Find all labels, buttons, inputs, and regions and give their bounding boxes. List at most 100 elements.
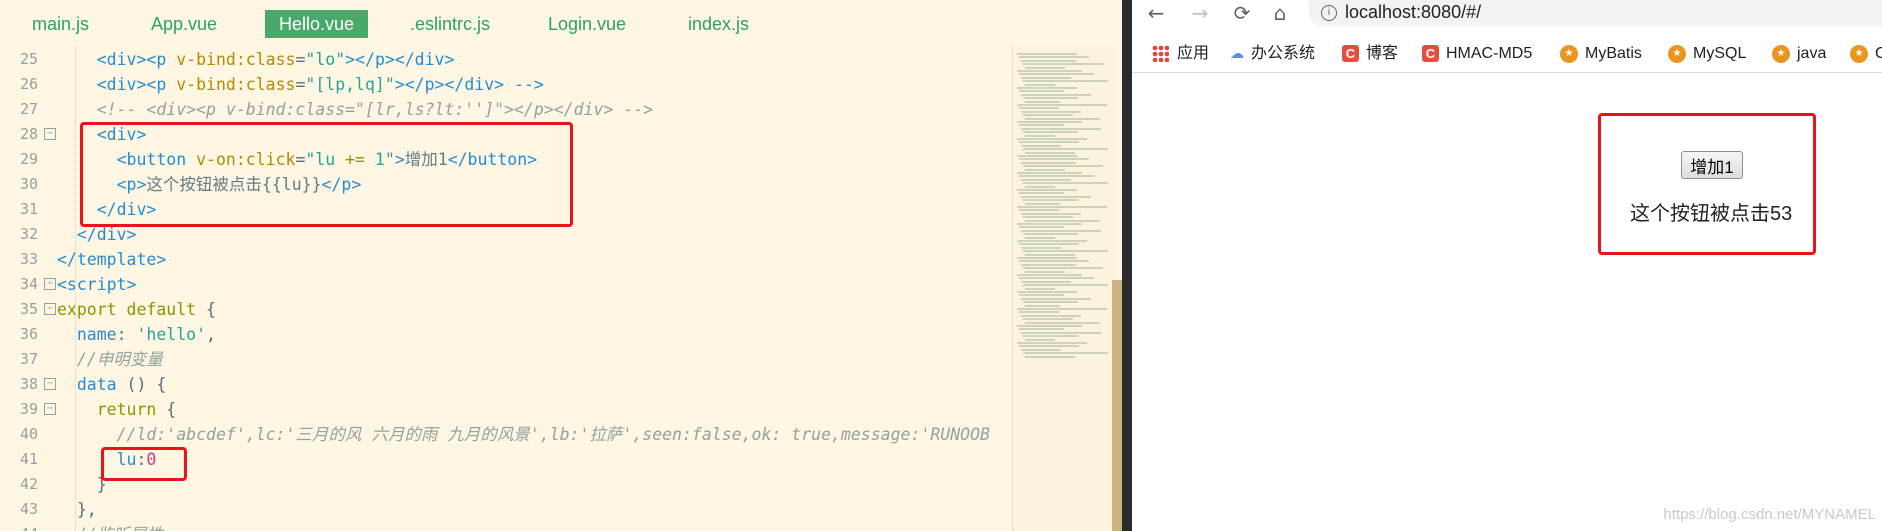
minimap[interactable] bbox=[1012, 47, 1113, 531]
code-text: <!-- <div><p v-bind:class="[lr,ls?lt:'']… bbox=[96, 100, 654, 119]
minimap-line bbox=[1023, 114, 1073, 117]
bookmark-apps[interactable]: 应用 bbox=[1152, 43, 1209, 65]
code-text: //ld:'abcdef',lc:'三月的风 六月的雨 九月的风景',lb:'拉… bbox=[116, 425, 990, 444]
browser-window: ← → ⟳ ⌂ i localhost:8080/#/ 应用 ☁ 办公系统 C 博客… bbox=[1132, 0, 1882, 531]
code-editor: main.js App.vue Hello.vue .eslintrc.js L… bbox=[0, 0, 1122, 531]
page-content: 增加1 这个按钮被点击53 https://blog.csdn.net/MYNA… bbox=[1132, 73, 1882, 531]
fold-toggle-icon[interactable]: − bbox=[44, 278, 56, 290]
forward-arrow-icon[interactable]: → bbox=[1186, 0, 1214, 26]
line-number: 42 bbox=[19, 475, 38, 493]
minimap-line bbox=[1023, 131, 1078, 134]
minimap-line bbox=[1017, 274, 1082, 276]
line-number: 34 bbox=[19, 275, 38, 293]
code-line[interactable]: 36 name: 'hello', bbox=[0, 322, 1012, 347]
minimap-line bbox=[1023, 284, 1108, 287]
bookmark-hmac-md5[interactable]: C HMAC-MD5 bbox=[1422, 43, 1532, 65]
info-icon[interactable]: i bbox=[1321, 5, 1337, 21]
minimap-line bbox=[1025, 270, 1065, 273]
bookmark-blog[interactable]: C 博客 bbox=[1342, 43, 1398, 65]
minimap-line bbox=[1021, 59, 1076, 62]
minimap-line bbox=[1023, 63, 1103, 66]
code-line[interactable]: 38− data () { bbox=[0, 372, 1012, 397]
code-text: data () { bbox=[76, 375, 167, 394]
code-line[interactable]: 26 <div><p v-bind:class="[lp,lq]"></p></… bbox=[0, 72, 1012, 97]
code-line[interactable]: 43 }, bbox=[0, 497, 1012, 522]
tab-index-js[interactable]: index.js bbox=[688, 10, 749, 38]
address-bar[interactable]: i localhost:8080/#/ bbox=[1309, 0, 1882, 26]
code-text: </template> bbox=[57, 250, 167, 269]
bookmark-office[interactable]: ☁ 办公系统 bbox=[1230, 43, 1315, 65]
code-line[interactable]: 39− return { bbox=[0, 397, 1012, 422]
code-line[interactable]: 34− <script> bbox=[0, 272, 1012, 297]
minimap-line bbox=[1021, 110, 1081, 113]
minimap-line bbox=[1017, 325, 1082, 327]
minimap-line bbox=[1023, 148, 1108, 151]
code-line[interactable]: 27 <!-- <div><p v-bind:class="[lr,ls?lt:… bbox=[0, 97, 1012, 122]
minimap-line bbox=[1019, 226, 1064, 229]
editor-tab-bar: main.js App.vue Hello.vue .eslintrc.js L… bbox=[0, 0, 1122, 44]
bookmark-c[interactable]: ★ C bbox=[1850, 43, 1882, 65]
tab-login-vue[interactable]: Login.vue bbox=[548, 10, 626, 38]
fold-toggle-icon[interactable]: − bbox=[44, 403, 56, 415]
minimap-line bbox=[1025, 338, 1055, 341]
minimap-line bbox=[1021, 161, 1076, 164]
mybatis-icon: ★ bbox=[1850, 44, 1868, 63]
code-line[interactable]: 44 //监听属性 bbox=[0, 522, 1012, 531]
minimap-line bbox=[1023, 335, 1078, 338]
code-line[interactable]: 40 //ld:'abcdef',lc:'三月的风 六月的雨 九月的风景',lb… bbox=[0, 422, 1012, 447]
minimap-line bbox=[1025, 168, 1065, 171]
reload-icon[interactable]: ⟳ bbox=[1228, 0, 1256, 26]
fold-toggle-icon[interactable]: − bbox=[44, 378, 56, 390]
bookmark-java[interactable]: ★ java bbox=[1772, 43, 1826, 65]
tab-hello-vue[interactable]: Hello.vue bbox=[265, 10, 369, 38]
minimap-line bbox=[1017, 257, 1077, 259]
minimap-line bbox=[1017, 155, 1077, 157]
tab-eslintrc-js[interactable]: .eslintrc.js bbox=[410, 10, 490, 38]
minimap-line bbox=[1025, 287, 1055, 290]
code-line[interactable]: 25 <div><p v-bind:class="lo"></p></div> bbox=[0, 47, 1012, 72]
minimap-line bbox=[1017, 53, 1077, 55]
fold-toggle-icon[interactable]: − bbox=[44, 303, 56, 315]
line-number: 26 bbox=[19, 75, 38, 93]
minimap-line bbox=[1017, 104, 1107, 106]
highlight-template-box bbox=[80, 122, 573, 227]
minimap-line bbox=[1025, 321, 1100, 324]
minimap-line bbox=[1019, 107, 1059, 110]
line-number: 27 bbox=[19, 100, 38, 118]
minimap-line bbox=[1017, 308, 1107, 310]
minimap-line bbox=[1025, 117, 1100, 120]
bookmarks-bar: 应用 ☁ 办公系统 C 博客 C HMAC-MD5 ★ MyBatis ★ MySQL ★… bbox=[1132, 36, 1882, 73]
minimap-line bbox=[1023, 250, 1108, 253]
back-arrow-icon[interactable]: ← bbox=[1142, 0, 1170, 26]
minimap-line bbox=[1023, 182, 1108, 185]
bookmark-mysql[interactable]: ★ MySQL bbox=[1668, 43, 1746, 65]
minimap-line bbox=[1019, 175, 1094, 178]
line-number: 29 bbox=[19, 150, 38, 168]
minimap-line bbox=[1021, 263, 1076, 266]
url-text[interactable]: localhost:8080/#/ bbox=[1345, 0, 1481, 24]
editor-scrollbar[interactable] bbox=[1112, 280, 1122, 531]
minimap-line bbox=[1025, 236, 1055, 239]
code-line[interactable]: 37 //申明变量 bbox=[0, 347, 1012, 372]
home-icon[interactable]: ⌂ bbox=[1266, 0, 1294, 26]
tab-app-vue[interactable]: App.vue bbox=[151, 10, 217, 38]
minimap-line bbox=[1019, 141, 1079, 144]
tab-main-js[interactable]: main.js bbox=[32, 10, 89, 38]
code-line[interactable]: 35− export default { bbox=[0, 297, 1012, 322]
mybatis-icon: ★ bbox=[1668, 44, 1686, 63]
minimap-line bbox=[1019, 90, 1064, 93]
line-number: 33 bbox=[19, 250, 38, 268]
minimap-line bbox=[1021, 127, 1101, 130]
cloud-icon: ☁ bbox=[1230, 46, 1244, 62]
fold-toggle-icon[interactable]: − bbox=[44, 128, 56, 140]
code-line[interactable]: 33 </template> bbox=[0, 247, 1012, 272]
code-text: //申明变量 bbox=[76, 350, 163, 369]
minimap-line bbox=[1019, 294, 1064, 297]
increment-button[interactable]: 增加1 bbox=[1681, 151, 1743, 179]
minimap-line bbox=[1023, 80, 1108, 83]
minimap-line bbox=[1023, 233, 1078, 236]
bookmark-mybatis[interactable]: ★ MyBatis bbox=[1560, 43, 1642, 65]
minimap-line bbox=[1021, 212, 1081, 215]
line-number: 37 bbox=[19, 350, 38, 368]
line-number: 28 bbox=[19, 125, 38, 143]
